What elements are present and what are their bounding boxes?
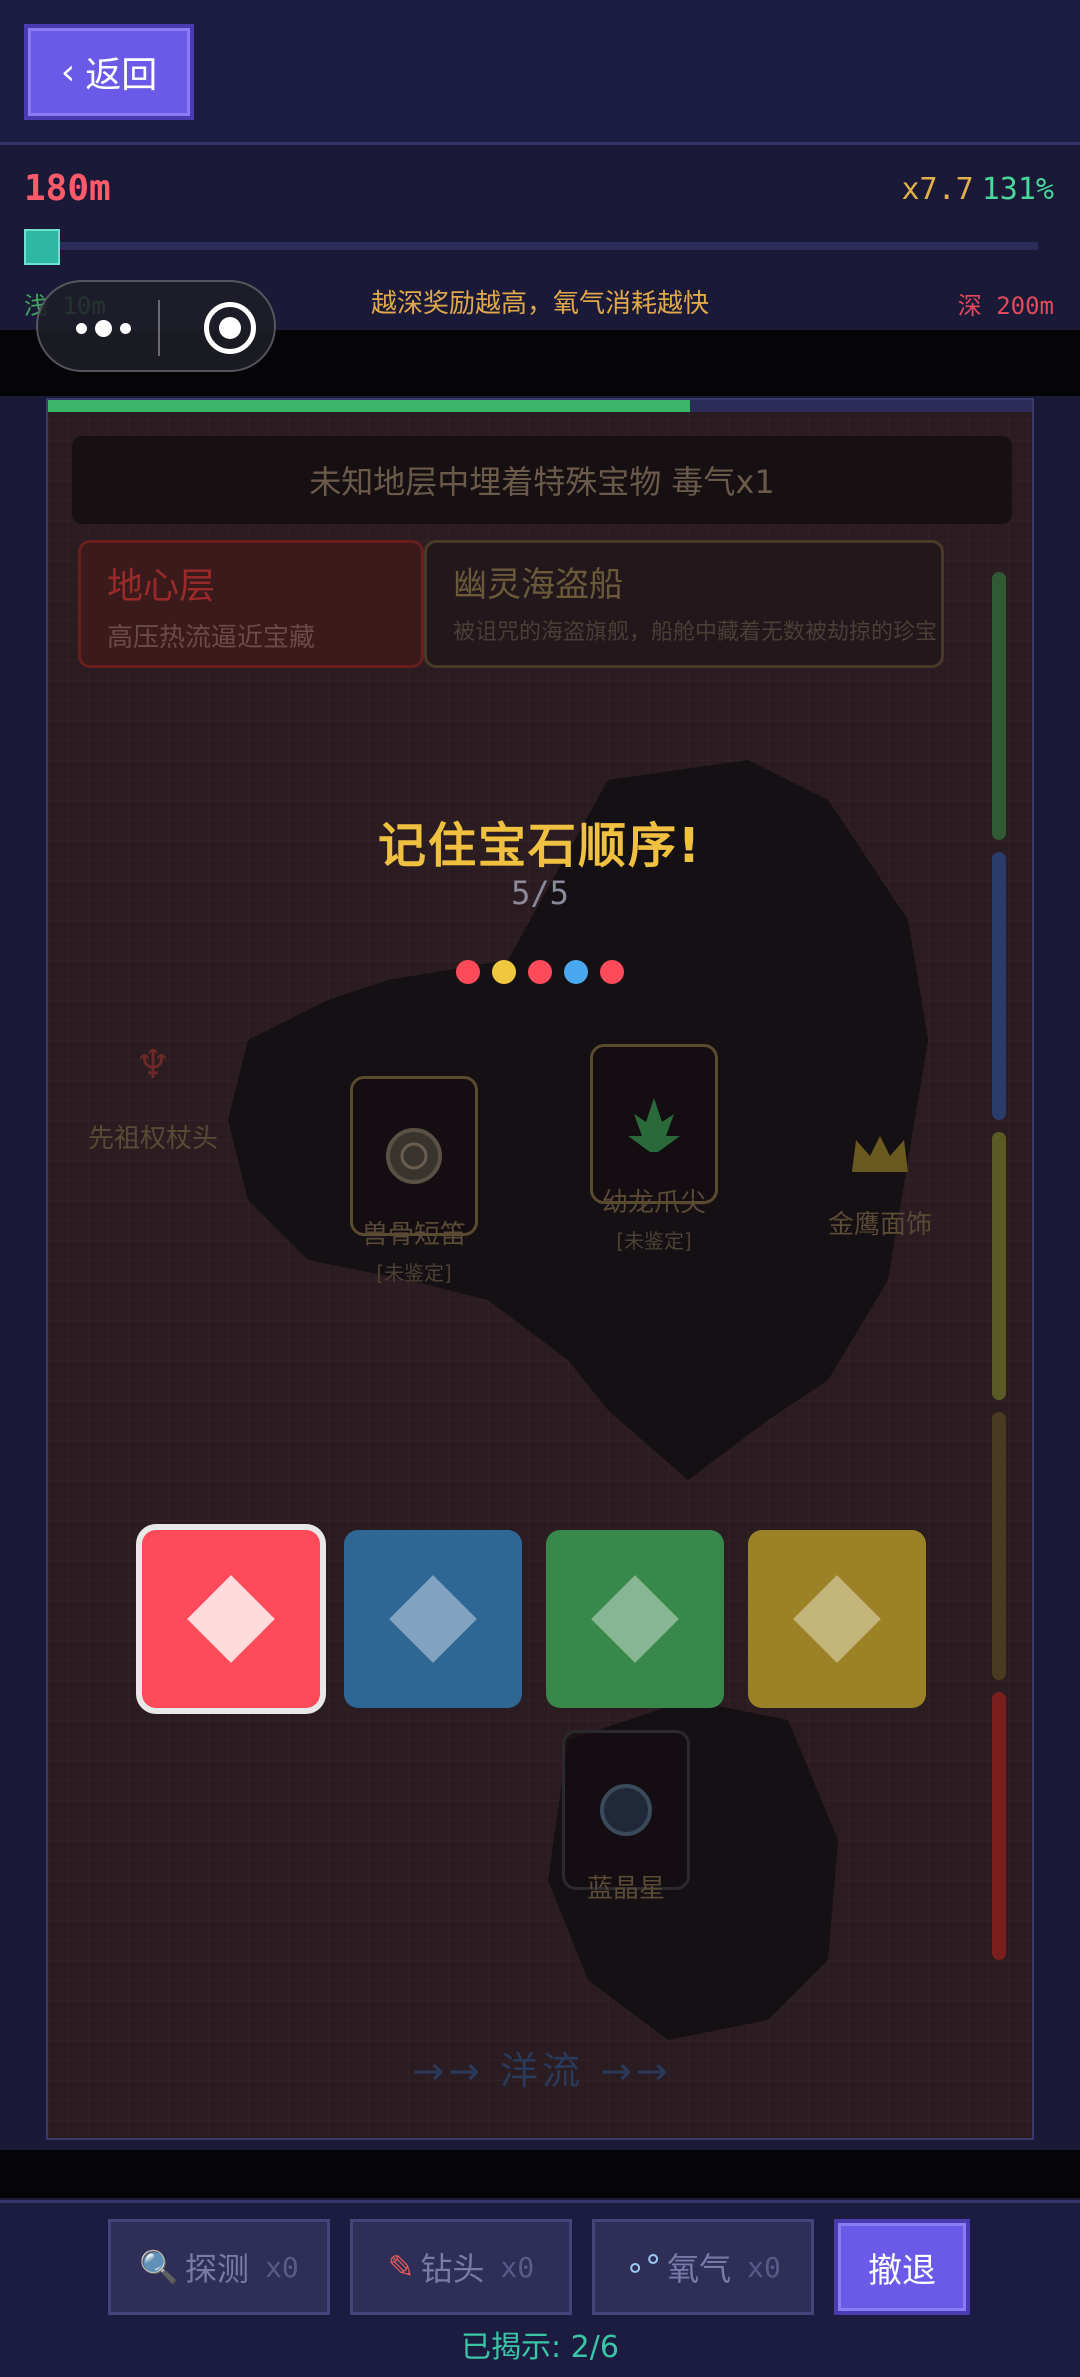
treasure-tag: [未鉴定] [376,1261,452,1285]
miniprogram-capsule [36,280,276,372]
oxygen-bar-fill [48,400,691,412]
layer-desc: 高压热流逼近宝藏 [107,623,316,653]
back-button-label: 返回 [85,55,158,96]
treasure-frame [562,1730,690,1890]
blue-crystal-icon [600,1784,652,1836]
layer-title: 地心层 [107,566,216,607]
current-depth: 180m [24,168,111,209]
close-miniprogram-icon[interactable] [204,302,256,354]
deep-label: 深 200m [957,292,1054,320]
probe-button[interactable]: 🔍 探测 x0 [108,2219,330,2315]
treasure-tag: [未鉴定] [616,1229,692,1253]
bubbles-icon: ∘° [625,2248,662,2286]
letterbox-band-bottom [0,2150,1080,2198]
more-icon[interactable] [68,308,138,348]
depth-zone-meter [992,566,1006,1966]
probe-count: x0 [265,2250,299,2284]
treasure-golden-eagle[interactable]: 金鹰面饰 [816,1100,944,1241]
layer-card-core: 地心层 高压热流逼近宝藏 [78,540,424,668]
treasure-name: 幼龙爪尖 [601,1188,706,1218]
treasure-bone-flute[interactable]: 兽骨短笛 [未鉴定] [350,1076,478,1286]
back-button[interactable]: ‹ 返回 [24,24,194,120]
oxygen-label: 氧气 [667,2250,732,2288]
crown-icon [816,1100,944,1210]
depth-zone-segment [992,572,1006,840]
bone-flute-icon [386,1128,442,1184]
depth-zone-segment [992,852,1006,1120]
treasure-frame [590,1044,718,1204]
drill-button[interactable]: ✎ 钻头 x0 [350,2219,572,2315]
layer-title: 幽灵海盗船 [453,565,623,605]
dragon-claw-icon [628,1098,680,1152]
scepter-icon: ♆ [135,1042,171,1088]
drill-count: x0 [500,2250,535,2284]
depth-zone-segment [992,1412,1006,1680]
treasure-ancestor-scepter[interactable]: ♆ 先祖权杖头 [88,1020,218,1155]
diamond-icon [591,1575,679,1663]
top-bar: ‹ 返回 [0,0,1080,145]
gem-choice-row [142,1530,926,1708]
dig-field[interactable]: 未知地层中埋着特殊宝物 毒气x1 地心层 高压热流逼近宝藏 幽灵海盗船 被诅咒的… [46,398,1034,2140]
magnifier-icon: 🔍 [139,2248,180,2286]
drill-icon: ✎ [387,2248,415,2286]
layer-desc: 被诅咒的海盗旗舰，船舱中藏着无数被劫掠的珍宝 [453,620,938,645]
diamond-icon [187,1575,275,1663]
gem-button-yellow[interactable] [748,1530,926,1708]
treasure-name: 金鹰面饰 [827,1210,932,1240]
revealed-count: 已揭示: 2/6 [461,2330,619,2365]
treasure-name: 先祖权杖头 [88,1124,219,1154]
probe-label: 探测 [185,2250,250,2288]
depth-zone-segment [992,1692,1006,1960]
treasure-name: 蓝晶星 [586,1874,665,1904]
depth-zone-segment [992,1132,1006,1400]
layer-card-ghost-ship: 幽灵海盗船 被诅咒的海盗旗舰，船舱中藏着无数被劫掠的珍宝 [424,540,944,668]
oxygen-button[interactable]: ∘° 氧气 x0 [592,2219,814,2315]
treasure-frame [350,1076,478,1236]
depth-track [42,242,1038,250]
retreat-button[interactable]: 撤退 [834,2219,970,2315]
ocean-current-label: →→ 洋流 →→ [412,2049,672,2093]
drill-label: 钻头 [420,2250,485,2288]
reward-multiplier: x7.7 131% [902,172,1055,207]
diamond-icon [793,1575,881,1663]
treasure-blue-star[interactable]: 蓝晶星 [562,1730,690,1905]
oxygen-percent: 131% [981,172,1054,207]
gem-button-blue[interactable] [344,1530,522,1708]
gem-button-green[interactable] [546,1530,724,1708]
diamond-icon [389,1575,477,1663]
event-banner: 未知地层中埋着特殊宝物 毒气x1 [72,436,1012,524]
oxygen-count: x0 [747,2250,781,2284]
multiplier-value: x7.7 [901,172,974,207]
chevron-left-icon: ‹ [60,51,76,93]
treasure-name: 兽骨短笛 [361,1220,466,1250]
capsule-divider [158,300,160,356]
depth-marker [24,229,60,265]
gem-button-red[interactable] [142,1530,320,1708]
treasure-dragon-claw[interactable]: 幼龙爪尖 [未鉴定] [590,1044,718,1254]
